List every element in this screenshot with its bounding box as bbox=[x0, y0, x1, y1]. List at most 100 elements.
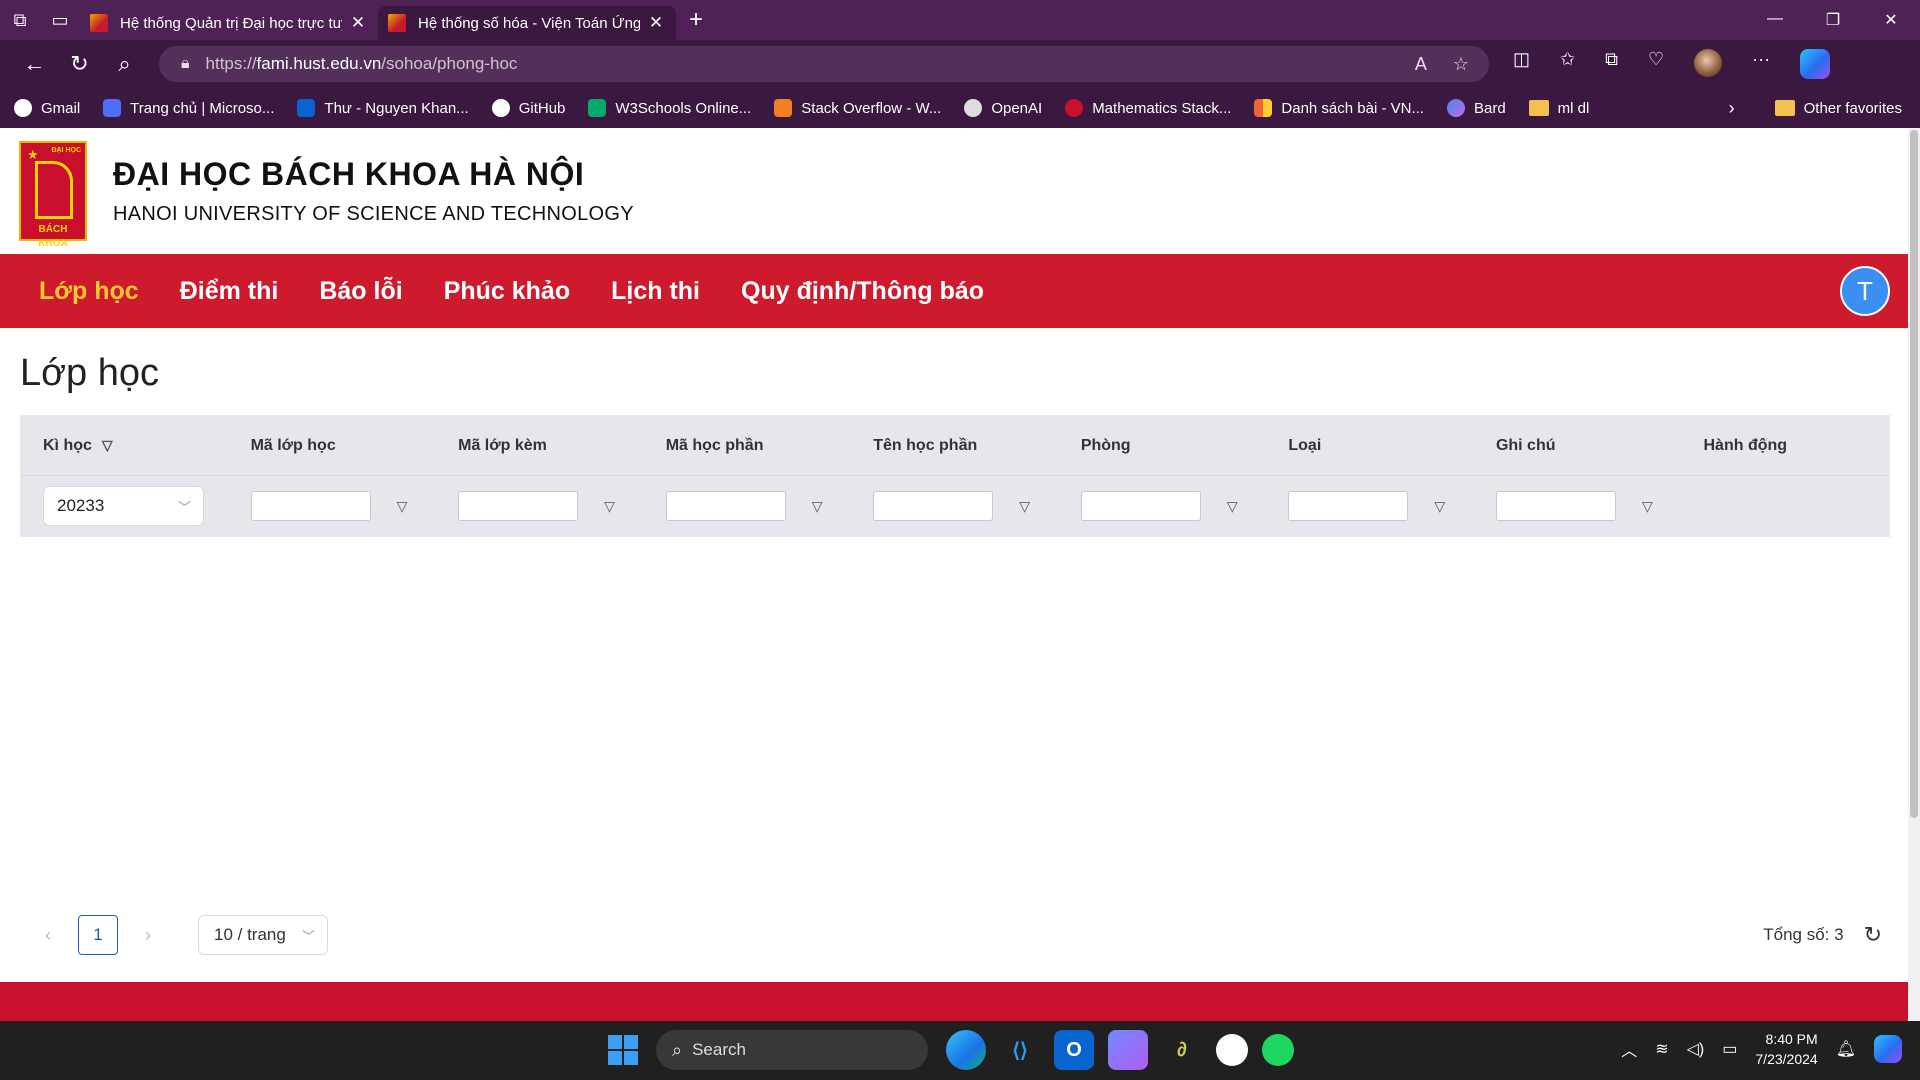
university-name-vn: ĐẠI HỌC BÁCH KHOA HÀ NỘI bbox=[113, 156, 585, 192]
github-desktop-icon[interactable] bbox=[1216, 1034, 1248, 1066]
bookmark-gmail[interactable]: Gmail bbox=[14, 99, 80, 117]
close-tab-icon[interactable]: ✕ bbox=[348, 13, 368, 33]
copilot-taskbar-icon[interactable] bbox=[1874, 1035, 1902, 1063]
workspaces-icon[interactable]: ⧉ bbox=[0, 0, 40, 40]
filter-icon[interactable]: ▽ bbox=[1642, 498, 1653, 515]
bookmark-bard[interactable]: Bard bbox=[1446, 99, 1506, 117]
filter-input-ma-hoc-phan[interactable] bbox=[665, 491, 786, 521]
bookmark-github[interactable]: GitHub bbox=[491, 99, 565, 117]
nav-lich-thi[interactable]: Lịch thi bbox=[611, 277, 700, 306]
chevron-right-icon[interactable]: › bbox=[1729, 98, 1735, 119]
start-button[interactable] bbox=[608, 1035, 638, 1065]
main-nav: Lớp học Điểm thi Báo lỗi Phúc khảo Lịch … bbox=[0, 254, 1908, 328]
clock-time: 8:40 PM bbox=[1765, 1031, 1818, 1047]
next-page-icon[interactable]: › bbox=[128, 925, 168, 946]
scrollbar-thumb[interactable] bbox=[1910, 130, 1918, 818]
page-number-1[interactable]: 1 bbox=[78, 915, 118, 955]
taskbar-search[interactable]: ⌕ Search bbox=[656, 1030, 928, 1070]
profile-avatar[interactable] bbox=[1694, 49, 1723, 77]
wifi-icon[interactable]: ≋ bbox=[1655, 1039, 1668, 1059]
outlook-icon[interactable]: O bbox=[1054, 1030, 1094, 1070]
address-bar[interactable]: 🔒︎ https://fami.hust.edu.vn/sohoa/phong-… bbox=[159, 46, 1489, 82]
filter-input-ghi-chu[interactable] bbox=[1495, 491, 1616, 521]
user-avatar[interactable]: T bbox=[1840, 266, 1890, 316]
vscode-icon[interactable]: ⟨⟩ bbox=[1000, 1030, 1040, 1070]
filter-cell-ghi-chu: ▽ bbox=[1474, 491, 1682, 521]
page-size-select[interactable]: 10 / trang ﹀ bbox=[198, 915, 328, 955]
read-aloud-icon[interactable]: A bbox=[1415, 54, 1427, 75]
app-icon[interactable]: ∂ bbox=[1162, 1030, 1202, 1070]
openai-icon bbox=[964, 99, 983, 117]
split-screen-icon[interactable]: ◫ bbox=[1513, 49, 1530, 79]
filter-icon[interactable]: ▽ bbox=[1434, 498, 1445, 515]
refresh-icon[interactable]: ↻ bbox=[57, 51, 102, 77]
term-select[interactable]: 20233 ﹀ bbox=[43, 486, 204, 526]
browser-tab-1[interactable]: Hệ thống Quản trị Đại học trực tuyến ✕ bbox=[80, 6, 378, 40]
filter-row: 20233 ﹀ ▽ ▽ ▽ ▽ ▽ ▽ ▽ bbox=[21, 476, 1889, 536]
browser-tab-2[interactable]: Hệ thống số hóa - Viện Toán Ứng dụng ✕ bbox=[378, 6, 676, 40]
battery-icon[interactable]: ▭ bbox=[1722, 1039, 1737, 1059]
favorites-icon[interactable]: ✩ bbox=[1560, 49, 1575, 79]
edge-icon[interactable] bbox=[946, 1030, 986, 1070]
spotify-icon[interactable] bbox=[1262, 1034, 1294, 1066]
url-scheme: https:// bbox=[205, 54, 257, 73]
column-header-ma-lop-hoc: Mã lớp học bbox=[250, 436, 336, 454]
nav-phuc-khao[interactable]: Phúc khảo bbox=[444, 277, 570, 306]
bookmark-math-stack[interactable]: Mathematics Stack... bbox=[1065, 99, 1231, 117]
filter-input-ma-lop-kem[interactable] bbox=[458, 491, 579, 521]
back-icon[interactable]: ← bbox=[12, 51, 57, 77]
logo-top-text: ĐẠI HỌC bbox=[51, 147, 81, 154]
more-options-icon[interactable]: ··· bbox=[1752, 49, 1770, 79]
bookmark-microsoft[interactable]: Trang chủ | Microso... bbox=[103, 99, 274, 117]
collections-icon[interactable]: ⧉ bbox=[1605, 49, 1618, 79]
volume-icon[interactable]: ◁) bbox=[1687, 1039, 1705, 1059]
filter-icon[interactable]: ▽ bbox=[812, 498, 823, 515]
notifications-icon[interactable]: 🔔︎ bbox=[1836, 1039, 1856, 1059]
reload-icon[interactable]: ↻ bbox=[1864, 922, 1882, 948]
nav-lop-hoc[interactable]: Lớp học bbox=[39, 277, 139, 306]
bookmark-folder-ml-dl[interactable]: ml dl bbox=[1528, 100, 1589, 117]
filter-icon[interactable]: ▽ bbox=[1019, 498, 1030, 515]
bookmark-vnoi[interactable]: Danh sách bài - VN... bbox=[1254, 99, 1424, 117]
prev-page-icon[interactable]: ‹ bbox=[28, 925, 68, 946]
bookmarks-bar: Gmail Trang chủ | Microso... Thư - Nguye… bbox=[0, 88, 1920, 128]
university-name: ĐẠI HỌC BÁCH KHOA HÀ NỘI HANOI UNIVERSIT… bbox=[113, 156, 634, 226]
tab-title: Hệ thống Quản trị Đại học trực tuyến bbox=[120, 14, 342, 32]
column-header-loai: Loại bbox=[1288, 436, 1322, 454]
clock[interactable]: 8:40 PM 7/23/2024 bbox=[1755, 1029, 1817, 1069]
term-select-value: 20233 bbox=[57, 496, 105, 515]
search-icon[interactable]: ⌕ bbox=[102, 51, 147, 77]
copilot-icon[interactable] bbox=[1800, 49, 1831, 79]
filter-input-loai[interactable] bbox=[1288, 491, 1409, 521]
filter-icon[interactable]: ▽ bbox=[397, 498, 408, 515]
filter-icon[interactable]: ▽ bbox=[1227, 498, 1238, 515]
nav-diem-thi[interactable]: Điểm thi bbox=[180, 277, 279, 306]
bookmark-stackoverflow[interactable]: Stack Overflow - W... bbox=[774, 99, 941, 117]
filter-input-ten-hoc-phan[interactable] bbox=[873, 491, 994, 521]
hust-logo[interactable]: ★ ĐẠI HỌC BÁCH KHOA bbox=[19, 141, 87, 249]
browser-essentials-icon[interactable]: ♡ bbox=[1648, 49, 1664, 79]
filter-input-ma-lop-hoc[interactable] bbox=[250, 491, 371, 521]
hust-favicon-icon bbox=[388, 14, 406, 32]
bookmark-openai[interactable]: OpenAI bbox=[964, 99, 1042, 117]
tab-actions-icon[interactable]: ▭ bbox=[40, 0, 80, 40]
close-tab-icon[interactable]: ✕ bbox=[646, 13, 666, 33]
favorite-star-icon[interactable]: ☆ bbox=[1453, 54, 1469, 75]
new-tab-button[interactable]: + bbox=[676, 6, 716, 34]
nav-bao-loi[interactable]: Báo lỗi bbox=[319, 277, 402, 306]
filter-input-phong[interactable] bbox=[1080, 491, 1201, 521]
filter-icon[interactable]: ▽ bbox=[604, 498, 615, 515]
other-favorites-folder[interactable]: Other favorites bbox=[1774, 100, 1902, 117]
minimize-icon[interactable]: — bbox=[1746, 10, 1804, 30]
filter-icon[interactable]: ▽ bbox=[102, 437, 113, 454]
chevron-up-icon[interactable]: ︿ bbox=[1621, 1037, 1637, 1061]
close-window-icon[interactable]: ✕ bbox=[1862, 10, 1920, 30]
nav-quy-dinh-thong-bao[interactable]: Quy định/Thông báo bbox=[741, 277, 984, 306]
copilot-app-icon[interactable] bbox=[1108, 1030, 1148, 1070]
page-scrollbar[interactable] bbox=[1908, 128, 1920, 1021]
main-content: Lớp học Kì học ▽ Mã lớp học Mã lớp kèm Mã… bbox=[0, 328, 1908, 537]
github-icon bbox=[491, 99, 510, 117]
bookmark-w3schools[interactable]: W3Schools Online... bbox=[588, 99, 751, 117]
restore-icon[interactable]: ❐ bbox=[1804, 10, 1862, 30]
bookmark-outlook[interactable]: Thư - Nguyen Khan... bbox=[297, 99, 469, 117]
